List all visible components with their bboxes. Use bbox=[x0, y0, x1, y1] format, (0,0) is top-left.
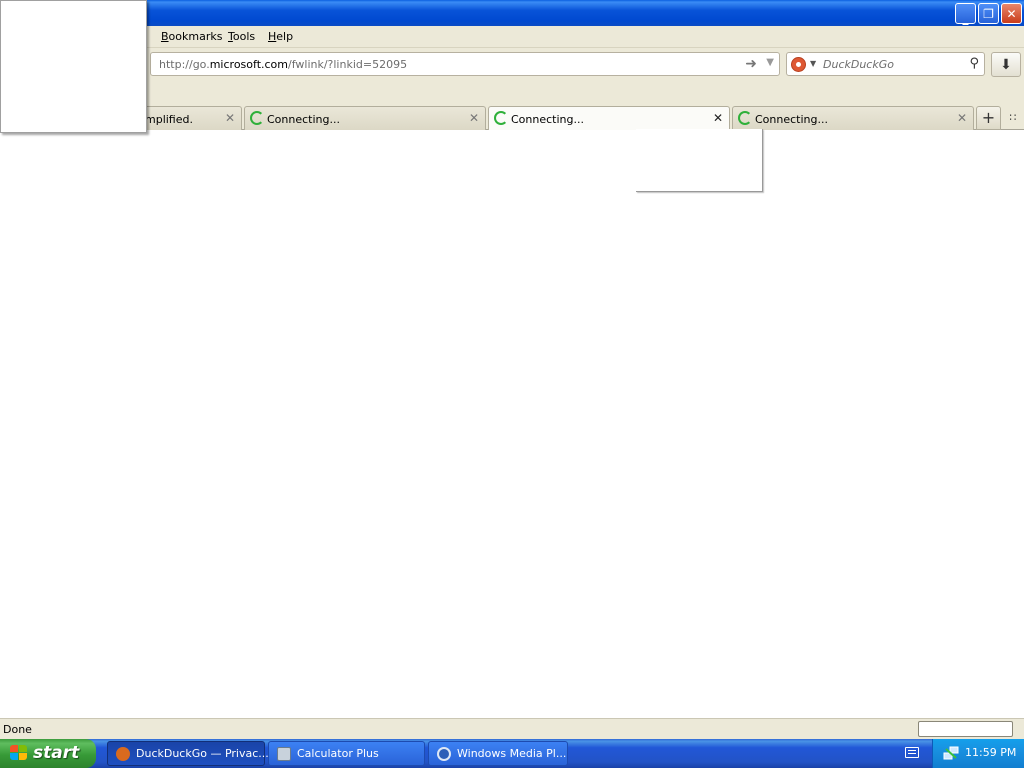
system-tray: 11:59 PM bbox=[932, 739, 1024, 768]
loading-spinner-icon bbox=[494, 111, 508, 125]
tab-label: Connecting... bbox=[511, 113, 584, 126]
tab-2[interactable]: Connecting... ✕ bbox=[244, 106, 486, 130]
search-icon[interactable]: ⚲ bbox=[969, 56, 979, 71]
window-titlebar: _ ❐ ✕ bbox=[0, 0, 1024, 26]
tab-label: Connecting... bbox=[755, 113, 828, 126]
windows-logo-icon bbox=[10, 745, 28, 762]
url-text: http://go.microsoft.com/fwlink/?linkid=5… bbox=[159, 58, 408, 71]
tab-close-icon[interactable]: ✕ bbox=[713, 111, 723, 125]
tab-close-icon[interactable]: ✕ bbox=[225, 111, 235, 125]
taskbar-button-media-player[interactable]: Windows Media Pl... bbox=[428, 741, 568, 766]
tab-close-icon[interactable]: ✕ bbox=[957, 111, 967, 125]
popup-panel bbox=[0, 0, 147, 133]
navigation-toolbar: http://go.microsoft.com/fwlink/?linkid=5… bbox=[0, 48, 1024, 82]
taskbar-button-duckduckgo[interactable]: DuckDuckGo — Privac... bbox=[107, 741, 269, 766]
tab-close-icon[interactable]: ✕ bbox=[469, 111, 479, 125]
duckduckgo-engine-icon[interactable] bbox=[791, 57, 806, 72]
status-progress-panel bbox=[918, 721, 1013, 737]
downloads-button[interactable]: ⬇ bbox=[991, 52, 1021, 77]
menu-bar: Bookmarks Tools Help bbox=[0, 26, 1024, 48]
tab-label: mplified. bbox=[145, 113, 193, 126]
network-icon[interactable] bbox=[943, 745, 959, 761]
restore-button[interactable]: ❐ bbox=[978, 3, 999, 24]
media-player-icon bbox=[437, 747, 451, 761]
menu-tools[interactable]: Tools bbox=[228, 30, 255, 43]
url-bar[interactable]: http://go.microsoft.com/fwlink/?linkid=5… bbox=[150, 52, 780, 76]
loading-spinner-icon bbox=[250, 111, 264, 125]
menu-bookmarks[interactable]: Bookmarks bbox=[161, 30, 222, 43]
tab-4[interactable]: Connecting... ✕ bbox=[732, 106, 974, 130]
restore-icon: ❐ bbox=[983, 6, 994, 21]
search-engine-dropdown-icon[interactable]: ▼ bbox=[810, 59, 816, 68]
keyboard-icon[interactable] bbox=[905, 747, 919, 758]
minimize-button[interactable]: _ bbox=[955, 3, 976, 24]
tab-strip: mplified. ✕ Connecting... ✕ Connecting..… bbox=[0, 82, 1024, 131]
close-icon: ✕ bbox=[1006, 6, 1017, 21]
go-arrow-icon[interactable]: ➜ bbox=[745, 56, 757, 72]
status-text: Done bbox=[3, 723, 32, 736]
search-bar[interactable]: ▼ DuckDuckGo ⚲ bbox=[786, 52, 985, 76]
minimize-icon: _ bbox=[962, 10, 969, 25]
search-placeholder: DuckDuckGo bbox=[823, 58, 894, 71]
new-tab-button[interactable]: + bbox=[976, 106, 1001, 130]
taskbar: start DuckDuckGo — Privac... Calculator … bbox=[0, 739, 1024, 768]
taskbar-button-calculator[interactable]: Calculator Plus bbox=[268, 741, 425, 766]
calculator-icon bbox=[277, 747, 291, 761]
plus-icon: + bbox=[981, 108, 996, 127]
status-bar: Done bbox=[0, 718, 1024, 739]
menu-help[interactable]: Help bbox=[268, 30, 293, 43]
taskbar-button-label: DuckDuckGo — Privac... bbox=[136, 747, 269, 760]
taskbar-button-label: Calculator Plus bbox=[297, 747, 379, 760]
list-all-tabs-icon[interactable]: ∷ bbox=[1006, 111, 1020, 125]
firefox-icon bbox=[116, 747, 130, 761]
start-label: start bbox=[33, 743, 80, 763]
loading-spinner-icon bbox=[738, 111, 752, 125]
tab-3[interactable]: Connecting... ✕ bbox=[488, 106, 730, 131]
url-dropdown-icon[interactable]: ▼ bbox=[766, 57, 774, 68]
taskbar-button-label: Windows Media Pl... bbox=[457, 747, 567, 760]
start-button[interactable]: start bbox=[0, 739, 96, 768]
download-arrow-icon: ⬇ bbox=[1000, 56, 1012, 73]
clock[interactable]: 11:59 PM bbox=[965, 746, 1016, 759]
page-content[interactable] bbox=[0, 130, 1024, 718]
tooltip-popup bbox=[636, 129, 763, 192]
close-button[interactable]: ✕ bbox=[1001, 3, 1022, 24]
tab-label: Connecting... bbox=[267, 113, 340, 126]
